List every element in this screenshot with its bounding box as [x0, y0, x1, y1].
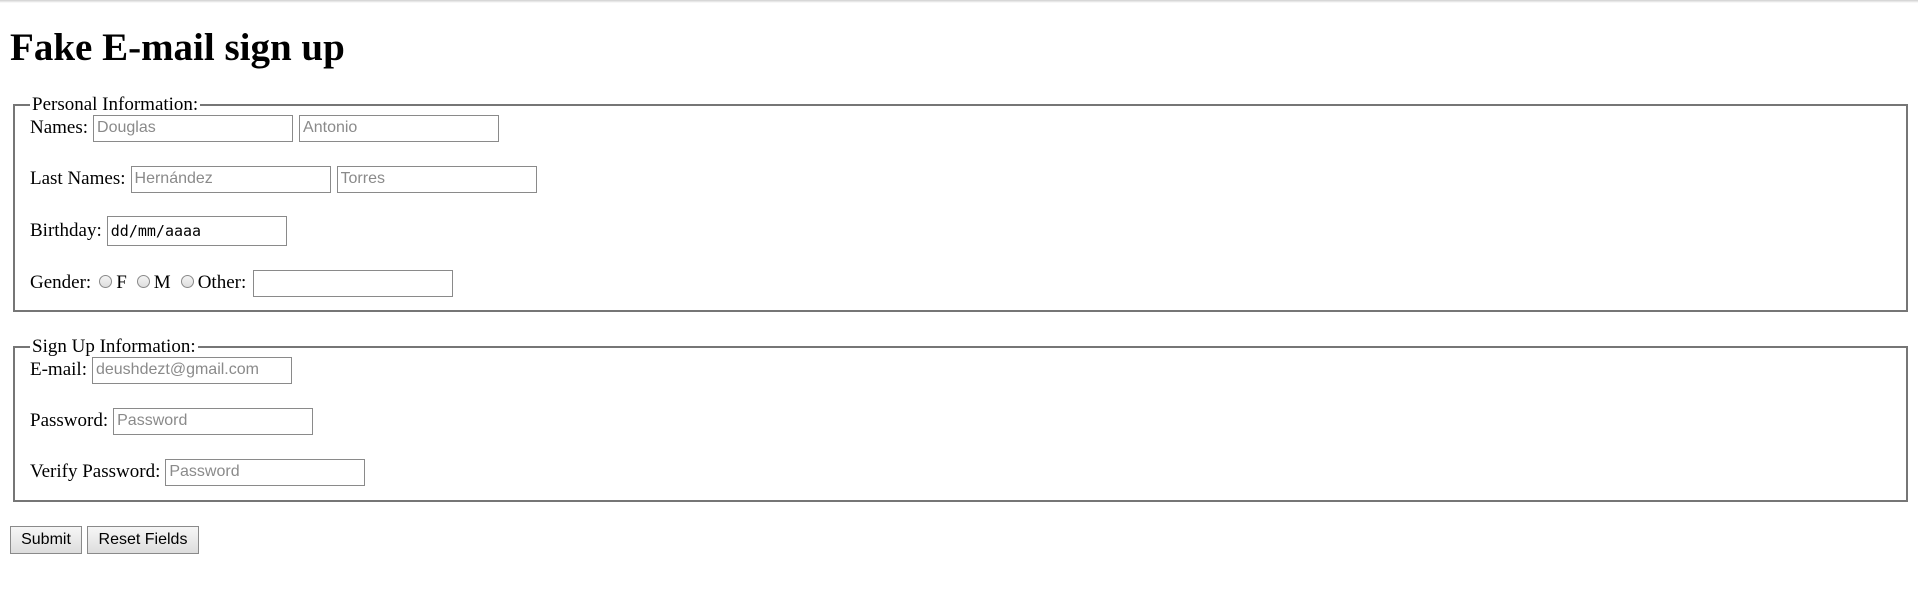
gender-label: Gender:: [30, 272, 92, 293]
names-row: Names:: [30, 114, 1892, 142]
names-label: Names:: [30, 117, 89, 138]
personal-information-legend: Personal Information:: [32, 94, 199, 115]
page-title: Fake E-mail sign up: [10, 26, 345, 69]
gender-m-label: M: [153, 272, 171, 293]
gender-row: Gender: F M Other:: [30, 269, 1892, 297]
birthday-row: Birthday: dd/mm/aaaa: [30, 216, 1892, 246]
verify-password-input[interactable]: [165, 458, 366, 486]
gender-option-other[interactable]: Other:: [173, 272, 249, 294]
first-name-input[interactable]: [93, 114, 294, 142]
gender-other-radio[interactable]: [180, 274, 194, 288]
password-label: Password:: [30, 410, 109, 431]
last-name-1-input[interactable]: [130, 165, 331, 193]
birthday-date-value: dd/mm/aaaa: [110, 222, 202, 240]
gender-f-label: F: [116, 272, 127, 293]
gender-other-label: Other:: [197, 272, 247, 293]
form-actions: Submit Reset Fields: [10, 526, 1908, 554]
last-name-2-input[interactable]: [336, 165, 537, 193]
gender-other-input[interactable]: [253, 269, 454, 297]
submit-button[interactable]: Submit: [10, 526, 82, 554]
gender-option-m[interactable]: M: [129, 272, 173, 294]
gender-f-radio[interactable]: [99, 274, 113, 288]
last-names-label: Last Names:: [30, 168, 126, 189]
password-input[interactable]: [113, 407, 314, 435]
personal-information-fieldset: Personal Information: Names: Last Names:…: [13, 95, 1908, 312]
password-row: Password:: [30, 407, 1892, 435]
signup-information-fieldset: Sign Up Information: E-mail: Password: V…: [13, 337, 1908, 502]
email-input[interactable]: [91, 356, 292, 384]
verify-password-label: Verify Password:: [30, 461, 161, 482]
middle-name-input[interactable]: [299, 114, 500, 142]
birthday-label: Birthday:: [30, 220, 102, 241]
gender-m-radio[interactable]: [136, 274, 150, 288]
reset-fields-button[interactable]: Reset Fields: [87, 526, 199, 554]
signup-information-legend: Sign Up Information:: [32, 336, 196, 357]
verify-password-row: Verify Password:: [30, 458, 1892, 486]
gender-option-f[interactable]: F: [91, 272, 129, 294]
last-names-row: Last Names:: [30, 165, 1892, 193]
email-row: E-mail:: [30, 356, 1892, 384]
email-label: E-mail:: [30, 359, 87, 380]
birthday-date-input[interactable]: dd/mm/aaaa: [106, 216, 287, 246]
page: Fake E-mail sign up Personal Information…: [0, 0, 1918, 554]
